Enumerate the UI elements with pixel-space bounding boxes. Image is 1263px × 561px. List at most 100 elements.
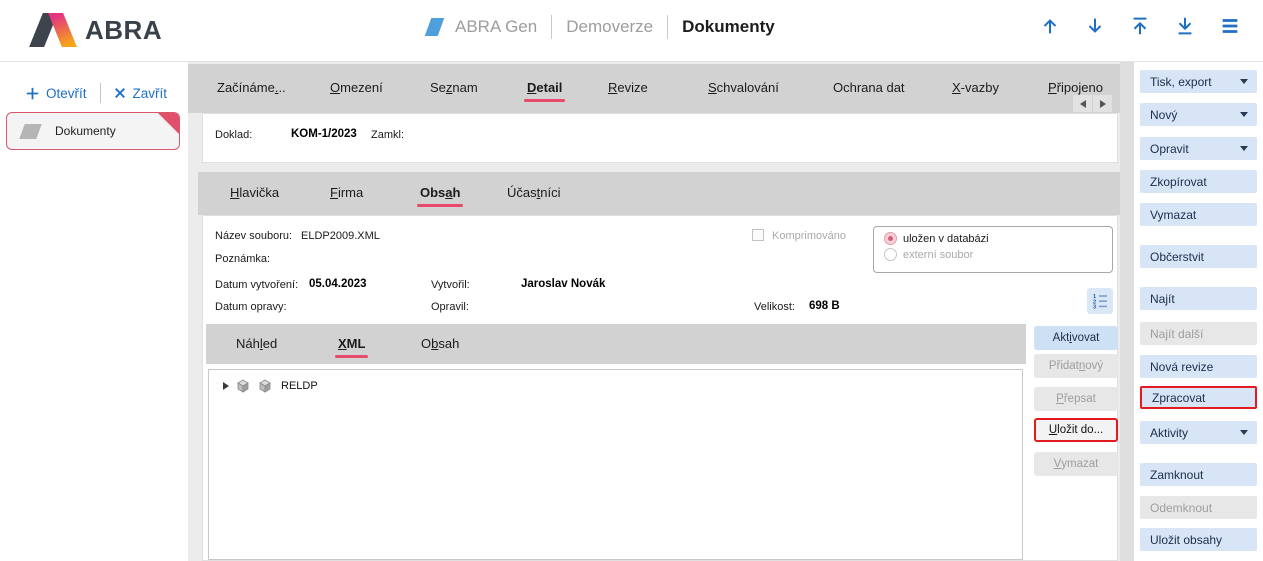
ulozit-do-button[interactable]: Uložit do... <box>1034 418 1118 442</box>
compressed-checkbox[interactable] <box>752 229 764 241</box>
breadcrumb-module-title: Dokumenty <box>682 17 775 37</box>
move-up-icon[interactable] <box>1039 15 1061 37</box>
chevron-down-icon <box>1240 146 1248 151</box>
main-area: Začínáme... Omezení Seznam Detail Revize… <box>188 62 1120 561</box>
obcerstvit-button[interactable]: Občerstvit <box>1140 245 1257 268</box>
note-label: Poznámka: <box>215 253 270 265</box>
novy-button[interactable]: Nový <box>1140 103 1257 126</box>
prepsat-button[interactable]: Přepsat <box>1034 387 1118 411</box>
doklad-value: KOM-1/2023 <box>291 128 357 140</box>
open-agenda-button[interactable]: Otevřít <box>26 86 87 101</box>
close-agenda-button[interactable]: Zavřít <box>114 86 168 101</box>
agenda-actions: Otevřít Zavřít <box>0 62 188 103</box>
breadcrumb: ABRA Gen Demoverze Dokumenty <box>428 15 775 39</box>
zamkl-label: Zamkl: <box>371 129 404 141</box>
tab-seznam[interactable]: Seznam <box>430 80 478 95</box>
xml-tree-panel: RELDP <box>208 369 1023 560</box>
storage-groupbox: uložen v databázi externí soubor <box>873 226 1113 273</box>
tab-omezeni[interactable]: Omezení <box>330 80 383 95</box>
tab-xml[interactable]: XML <box>338 336 365 351</box>
breadcrumb-divider <box>551 15 552 39</box>
vymazat-content-button[interactable]: Vymazat <box>1034 452 1118 476</box>
content-detail-panel: Název souboru: ELDP2009.XML Poznámka: Da… <box>202 215 1118 561</box>
tab-ochrana-dat[interactable]: Ochrana dat <box>833 80 905 95</box>
najit-button[interactable]: Najít <box>1140 287 1257 310</box>
detail-tabbar: Hlavička Firma Obsah Účastníci <box>198 172 1120 215</box>
tab-scroll-right-button[interactable] <box>1093 95 1112 112</box>
radio-stored-in-db[interactable]: uložen v databázi <box>884 232 1112 245</box>
plus-icon <box>26 87 39 100</box>
tab-x-vazby[interactable]: X-vazby <box>952 80 999 95</box>
tab-revize[interactable]: Revize <box>608 80 648 95</box>
expand-icon[interactable] <box>223 382 229 390</box>
compressed-label: Komprimováno <box>772 230 846 242</box>
najit-dalsi-button[interactable]: Najít další <box>1140 322 1257 345</box>
abra-logo-text: ABRA <box>85 15 162 46</box>
tab-schvalovani[interactable]: Schvalování <box>708 80 779 95</box>
agenda-tab-label: Dokumenty <box>55 124 116 138</box>
tab-obsah-inner[interactable]: Obsah <box>421 336 459 351</box>
radio-stored-in-db-label: uložen v databázi <box>903 233 989 245</box>
tab-scroll-left-button[interactable] <box>1073 95 1092 112</box>
aktivovat-button[interactable]: Aktivovat <box>1034 326 1118 350</box>
xml-tree-node-label: RELDP <box>279 380 318 392</box>
aktivity-button[interactable]: Aktivity <box>1140 421 1257 444</box>
chevron-down-icon <box>1240 430 1248 435</box>
zkopirovat-button[interactable]: Zkopírovat <box>1140 170 1257 193</box>
modified-by-label: Opravil: <box>431 301 469 313</box>
abra-gen-icon <box>425 18 445 36</box>
tab-obsah[interactable]: Obsah <box>420 185 460 200</box>
agenda-sidebar: Otevřít Zavřít Dokumenty <box>0 62 188 561</box>
tisk-export-button[interactable]: Tisk, export <box>1140 70 1257 93</box>
zpracovat-button[interactable]: Zpracovat <box>1140 386 1257 409</box>
tab-firma[interactable]: Firma <box>330 185 363 200</box>
move-to-bottom-icon[interactable] <box>1174 15 1196 37</box>
menu-icon[interactable] <box>1219 15 1241 37</box>
radio-unselected-icon <box>884 248 897 261</box>
xml-tree-node-reldp[interactable]: RELDP <box>209 370 1022 393</box>
module-tabbar: Začínáme... Omezení Seznam Detail Revize… <box>188 64 1120 113</box>
vymazat-button[interactable]: Vymazat <box>1140 203 1257 226</box>
created-by-label: Vytvořil: <box>431 279 470 291</box>
tab-pripojeno[interactable]: Připojeno <box>1048 80 1103 95</box>
modified-date-label: Datum opravy: <box>215 301 287 313</box>
agenda-icon <box>19 124 41 139</box>
close-icon <box>114 87 126 99</box>
numbered-list-icon: 1 2 3 <box>1091 292 1109 310</box>
radio-external-file[interactable]: externí soubor <box>884 248 1112 261</box>
tab-nahled[interactable]: Náhled <box>236 336 277 351</box>
move-down-icon[interactable] <box>1084 15 1106 37</box>
tab-detail[interactable]: Detail <box>527 80 562 95</box>
abra-logo: ABRA <box>30 13 162 47</box>
created-by-value: Jaroslav Novák <box>521 278 605 290</box>
size-value: 698 B <box>809 300 840 312</box>
chevron-down-icon <box>1240 79 1248 84</box>
move-to-top-icon[interactable] <box>1129 15 1151 37</box>
xml-element-icon <box>235 379 251 393</box>
tab-ucastnici[interactable]: Účastníci <box>507 185 560 200</box>
breadcrumb-divider <box>667 15 668 39</box>
panel-divider-strip <box>1120 62 1134 561</box>
agenda-tab-dokumenty[interactable]: Dokumenty <box>6 112 180 150</box>
doklad-label: Doklad: <box>215 129 252 141</box>
document-header-panel: Doklad: KOM-1/2023 Zamkl: <box>202 113 1118 163</box>
pridat-novy-button[interactable]: Přidat nový <box>1034 354 1118 378</box>
tab-zaciname[interactable]: Začínáme... <box>217 80 286 95</box>
created-date-label: Datum vytvoření: <box>215 279 298 291</box>
zamknout-button[interactable]: Zamknout <box>1140 463 1257 486</box>
created-date-value: 05.04.2023 <box>309 278 367 290</box>
header-toolbar <box>1039 15 1241 37</box>
tab-hlavicka[interactable]: Hlavička <box>230 185 279 200</box>
abra-logo-icon <box>30 13 76 47</box>
opravit-button[interactable]: Opravit <box>1140 137 1257 160</box>
file-name-label: Název souboru: <box>215 230 292 242</box>
odemknout-button[interactable]: Odemknout <box>1140 496 1257 519</box>
active-agenda-corner <box>158 113 179 134</box>
numbered-list-button[interactable]: 1 2 3 <box>1087 288 1113 314</box>
action-panel: Tisk, export Nový Opravit Zkopírovat Vym… <box>1134 62 1263 561</box>
app-header: ABRA ABRA Gen Demoverze Dokumenty <box>0 0 1263 62</box>
nova-revize-button[interactable]: Nová revize <box>1140 355 1257 378</box>
tab-scroll-controls <box>1073 95 1112 112</box>
ulozit-obsahy-button[interactable]: Uložit obsahy <box>1140 528 1257 551</box>
chevron-right-icon <box>1100 100 1106 108</box>
